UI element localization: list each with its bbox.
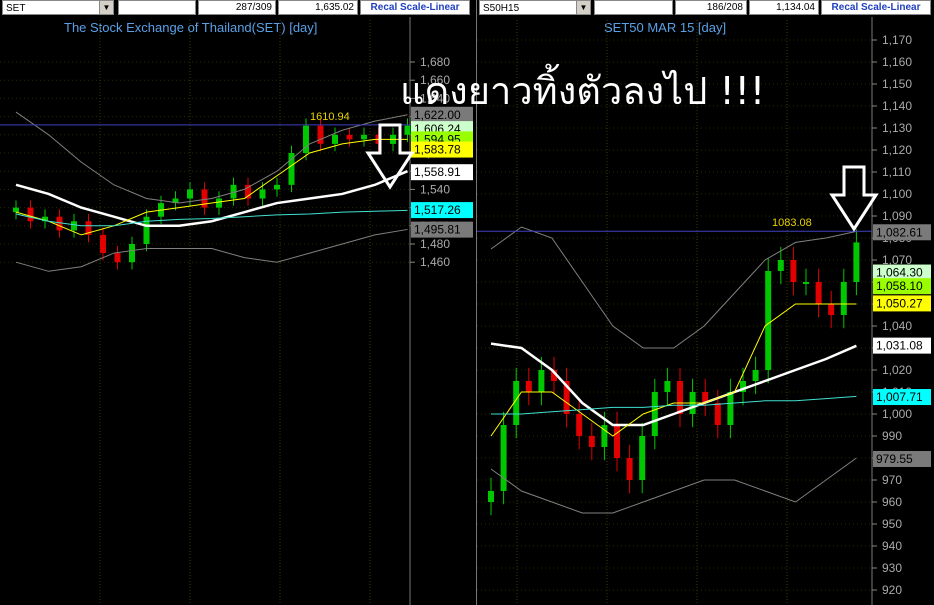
candle-body (114, 253, 121, 263)
price-badge-label: 1,050.27 (876, 296, 923, 310)
y-tick-label: 940 (882, 539, 902, 553)
y-tick-label: 1,140 (882, 99, 912, 113)
candle-body (677, 381, 683, 414)
y-tick-label: 950 (882, 517, 902, 531)
price-badge-label: 1,517.26 (414, 203, 461, 217)
candle-body (765, 271, 772, 370)
reference-hline-label: 1083.08 (772, 217, 812, 229)
reference-hline-label: 1610.94 (310, 111, 350, 123)
sma-slow-line (490, 342, 857, 427)
thai-annotation-text: แดงยาวทิ้งตัวลงไป !!! (400, 69, 766, 113)
candle-body (626, 458, 633, 480)
candle-body (651, 392, 658, 436)
candle-body (100, 234, 106, 254)
y-tick-label: 930 (882, 561, 902, 575)
candle-body (317, 125, 324, 144)
down-arrow-icon (829, 165, 879, 232)
y-tick-label: 1,460 (420, 255, 450, 269)
y-tick-label: 960 (882, 495, 902, 509)
candle-body (259, 189, 266, 199)
y-tick-label: 1,150 (882, 77, 912, 91)
price-badge-label: 1,583.78 (414, 143, 461, 157)
candle-body (803, 282, 809, 284)
candle-body (27, 207, 34, 222)
candle-body (488, 491, 494, 502)
price-badge-label: 1,031.08 (876, 339, 923, 353)
candle-body (853, 242, 860, 282)
sma-cyan-line (491, 395, 857, 415)
price-badge-label: 979.55 (876, 452, 913, 466)
candle-body (840, 282, 847, 315)
candle-body (727, 392, 734, 425)
price-badge-label: 1,064.30 (876, 266, 923, 280)
price-badge-label: 1,007.71 (876, 390, 923, 404)
candle-body (500, 425, 507, 491)
candle-body (13, 207, 19, 213)
candle-body (332, 134, 338, 144)
y-tick-label: 970 (882, 473, 902, 487)
candle-body (525, 381, 532, 392)
price-badge-label: 1,495.81 (414, 223, 461, 237)
bollinger-upper-line (490, 226, 857, 349)
y-tick-label: 1,110 (882, 165, 911, 179)
y-tick-label: 1,000 (882, 407, 912, 421)
candle-body (129, 244, 135, 263)
candle-body (576, 414, 583, 436)
candle-body (216, 198, 222, 208)
candle-body (828, 304, 835, 315)
y-tick-label: 1,130 (882, 121, 912, 135)
y-tick-label: 1,040 (882, 319, 912, 333)
y-tick-label: 1,480 (420, 237, 450, 251)
candle-body (274, 184, 280, 190)
candle-body (538, 370, 545, 392)
candle-body (639, 436, 646, 480)
candle-body (201, 189, 208, 208)
y-tick-label: 920 (882, 583, 902, 597)
y-tick-label: 1,090 (882, 209, 912, 223)
y-tick-label: 1,540 (420, 182, 450, 196)
candle-body (361, 134, 367, 140)
candle-body (752, 370, 759, 381)
candle-body (664, 381, 671, 392)
y-tick-label: 1,170 (882, 33, 912, 47)
price-badge-label: 1,058.10 (876, 279, 923, 293)
price-badge-label: 1,558.91 (414, 165, 461, 179)
candle-body (588, 436, 595, 447)
price-badge-label: 1,082.61 (876, 225, 923, 239)
bollinger-lower-line (15, 228, 408, 272)
candle-body (777, 260, 784, 271)
y-tick-label: 1,020 (882, 363, 912, 377)
bollinger-lower-line (490, 457, 857, 514)
candle-body (404, 125, 411, 135)
y-tick-label: 990 (882, 429, 902, 443)
candle-body (71, 221, 77, 231)
candle-body (614, 425, 620, 458)
y-tick-label: 1,100 (882, 187, 912, 201)
candle-body (790, 260, 797, 282)
candle-body (714, 403, 721, 425)
candle-body (346, 134, 353, 140)
candle-body (187, 189, 193, 199)
y-tick-label: 1,160 (882, 55, 912, 69)
candle-body (815, 282, 822, 304)
y-tick-label: 1,120 (882, 143, 912, 157)
